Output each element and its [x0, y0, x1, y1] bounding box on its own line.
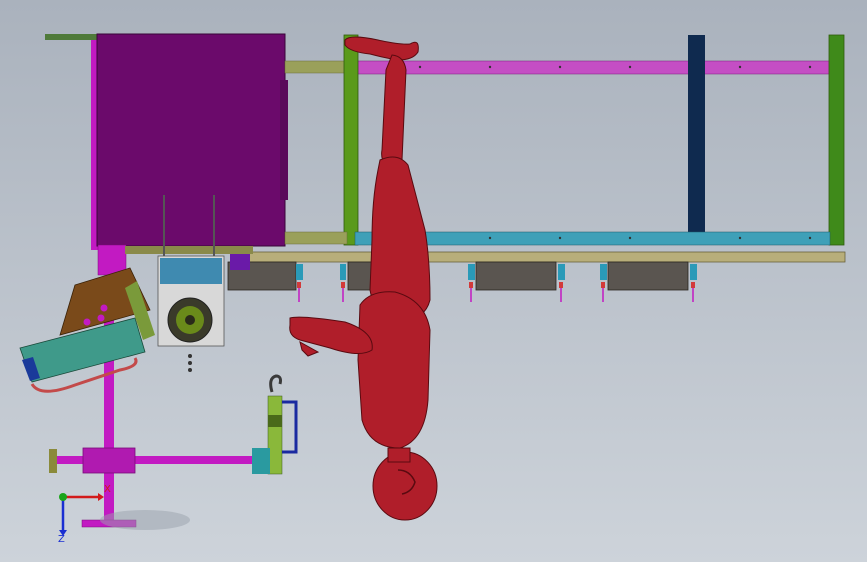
- cad-viewport[interactable]: X Z: [0, 0, 867, 562]
- orientation-triad: X Z: [58, 484, 111, 545]
- y-axis-dot: [59, 493, 67, 501]
- x-axis-label: X: [104, 484, 111, 495]
- z-axis-label: Z: [58, 534, 65, 545]
